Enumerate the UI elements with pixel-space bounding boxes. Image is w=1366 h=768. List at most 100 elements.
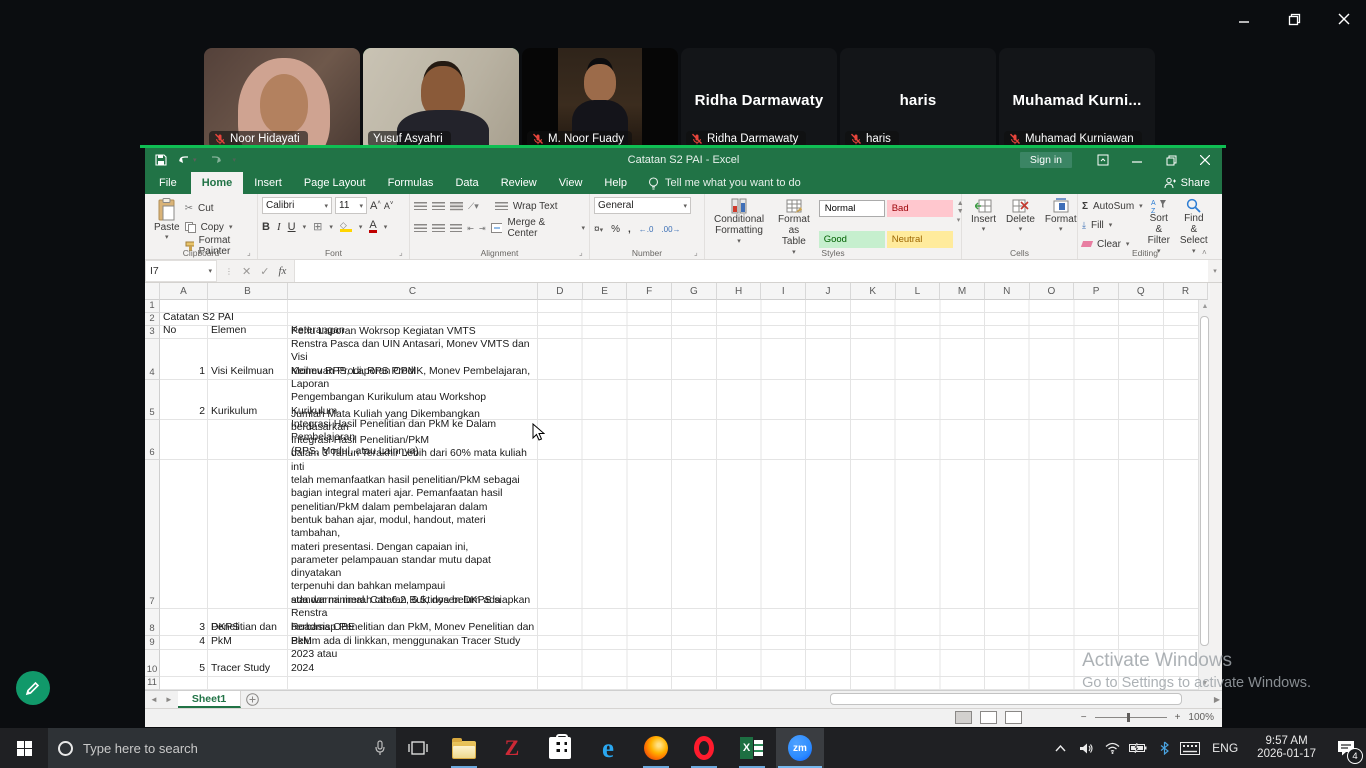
- font-family-select[interactable]: Calibri ▾: [262, 197, 332, 214]
- tab-data[interactable]: Data: [444, 172, 489, 194]
- tab-file[interactable]: File: [145, 172, 191, 194]
- empty-cells-region-row-5[interactable]: [538, 380, 1210, 420]
- sign-in-button[interactable]: Sign in: [1019, 152, 1072, 168]
- save-icon[interactable]: [155, 154, 167, 166]
- clipboard-dialog-launcher-icon[interactable]: ⌟: [247, 249, 255, 257]
- bold-button[interactable]: B: [262, 221, 270, 233]
- cell-B10[interactable]: Tracer Study: [208, 650, 288, 677]
- page-layout-view-icon[interactable]: [980, 710, 997, 724]
- battery-icon[interactable]: [1125, 728, 1151, 768]
- cut-button[interactable]: ✂ Cut: [185, 199, 253, 217]
- horizontal-scroll-thumb[interactable]: [830, 693, 1182, 705]
- font-color-icon[interactable]: A: [369, 220, 377, 233]
- maximize-icon[interactable]: [1280, 6, 1308, 32]
- empty-cells-region-row-11[interactable]: [538, 677, 1210, 690]
- format-cells-button[interactable]: Format ▾: [1040, 197, 1082, 234]
- tab-formulas[interactable]: Formulas: [377, 172, 445, 194]
- percent-icon[interactable]: %: [611, 224, 620, 235]
- font-dialog-launcher-icon[interactable]: ⌟: [399, 249, 407, 257]
- expand-formula-bar-icon[interactable]: ▾: [1208, 260, 1222, 282]
- confirm-entry-icon[interactable]: ✓: [260, 265, 269, 278]
- row-header-1[interactable]: 1: [145, 300, 160, 313]
- taskbar-app-file-explorer[interactable]: [440, 728, 488, 768]
- vertical-scroll-thumb[interactable]: [1200, 316, 1209, 646]
- empty-cells-region-row-7[interactable]: [538, 460, 1210, 609]
- action-center-button[interactable]: 4: [1326, 728, 1366, 768]
- tab-help[interactable]: Help: [593, 172, 638, 194]
- cell-style-normal[interactable]: Normal: [818, 200, 885, 217]
- cell-style-neutral[interactable]: Neutral: [886, 230, 953, 248]
- scroll-up-icon[interactable]: ▲: [1199, 300, 1211, 313]
- insert-cells-button[interactable]: Insert ▾: [966, 197, 1001, 234]
- zoom-in-icon[interactable]: +: [1175, 712, 1181, 723]
- column-header-N[interactable]: N: [984, 283, 1030, 300]
- redo-icon[interactable]: [207, 154, 223, 166]
- name-box[interactable]: I7 ▾: [145, 260, 217, 282]
- taskbar-app-excel[interactable]: X: [728, 728, 776, 768]
- italic-button[interactable]: I: [277, 221, 281, 233]
- accounting-format-icon[interactable]: ¤▾: [594, 224, 603, 235]
- decrease-indent-icon[interactable]: ⇤: [467, 224, 474, 233]
- increase-font-icon[interactable]: A˄: [370, 200, 381, 212]
- cell-A4[interactable]: 1: [160, 339, 208, 380]
- excel-close-icon[interactable]: [1188, 148, 1222, 172]
- column-header-J[interactable]: J: [806, 283, 851, 300]
- cell-A3[interactable]: No: [160, 325, 208, 339]
- cell-A6[interactable]: [160, 420, 208, 460]
- comma-style-icon[interactable]: ,: [628, 224, 631, 235]
- cell-B11[interactable]: [208, 677, 288, 690]
- scroll-right-icon[interactable]: ▶: [1214, 695, 1220, 704]
- participant-tile-muhamad-kurniawan[interactable]: Muhamad Kurni... Muhamad Kurniawan: [999, 48, 1155, 152]
- minimize-icon[interactable]: [1230, 6, 1258, 32]
- paste-button[interactable]: Paste ▾: [149, 197, 185, 255]
- increase-indent-icon[interactable]: ⇥: [479, 224, 486, 233]
- tab-insert[interactable]: Insert: [243, 172, 293, 194]
- tab-review[interactable]: Review: [490, 172, 548, 194]
- sheet-row-1[interactable]: 1: [145, 300, 1210, 313]
- fill-button[interactable]: ⤓ Fill ▾: [1082, 216, 1143, 234]
- merge-center-button[interactable]: Merge & Center ▾: [490, 217, 585, 239]
- taskbar-app-zoom[interactable]: zm: [776, 728, 824, 768]
- excel-restore-icon[interactable]: [1154, 148, 1188, 172]
- column-header-B[interactable]: B: [208, 283, 288, 300]
- language-indicator[interactable]: ENG: [1203, 741, 1247, 755]
- cell-B9[interactable]: Penelitian dan PkM: [208, 622, 288, 650]
- taskbar-search[interactable]: Type here to search: [48, 728, 396, 768]
- taskbar-app-zotero[interactable]: Z: [488, 728, 536, 768]
- zoom-out-icon[interactable]: −: [1081, 712, 1087, 723]
- empty-cells-region-row-2[interactable]: [538, 313, 1210, 326]
- row-header-4[interactable]: 4: [145, 339, 160, 380]
- tell-me-box[interactable]: Tell me what you want to do: [648, 176, 801, 190]
- cancel-entry-icon[interactable]: ✕: [242, 265, 251, 278]
- cell-B6[interactable]: [208, 420, 288, 460]
- number-dialog-launcher-icon[interactable]: ⌟: [694, 249, 702, 257]
- tray-chevron-icon[interactable]: [1047, 728, 1073, 768]
- column-header-O[interactable]: O: [1029, 283, 1075, 300]
- tab-view[interactable]: View: [548, 172, 594, 194]
- column-header-M[interactable]: M: [940, 283, 985, 300]
- row-header-7[interactable]: 7: [145, 460, 160, 609]
- participant-tile-noor-hidayati[interactable]: Noor Hidayati: [204, 48, 360, 152]
- column-header-C[interactable]: C: [288, 283, 538, 300]
- autosum-button[interactable]: Σ AutoSum ▾: [1082, 197, 1143, 215]
- taskbar-app-firefox[interactable]: [632, 728, 680, 768]
- touch-keyboard-icon[interactable]: [1177, 728, 1203, 768]
- row-header-5[interactable]: 5: [145, 380, 160, 420]
- column-header-I[interactable]: I: [761, 283, 807, 300]
- column-header-R[interactable]: R: [1163, 283, 1209, 300]
- increase-decimal-icon[interactable]: ←.0: [639, 225, 654, 234]
- orientation-icon[interactable]: ⟋▾: [468, 201, 479, 212]
- fill-color-icon[interactable]: ◇: [339, 221, 352, 232]
- sheet-nav-right-icon[interactable]: ►: [165, 695, 173, 704]
- bluetooth-icon[interactable]: [1151, 728, 1177, 768]
- taskbar-app-microsoft-store[interactable]: [536, 728, 584, 768]
- customize-qat-icon[interactable]: ▾: [233, 156, 237, 164]
- column-header-F[interactable]: F: [627, 283, 673, 300]
- share-button[interactable]: Share: [1164, 177, 1210, 189]
- zoom-slider[interactable]: [1094, 712, 1167, 722]
- tab-page-layout[interactable]: Page Layout: [293, 172, 377, 194]
- new-sheet-icon[interactable]: [241, 691, 263, 708]
- sheet-row-11[interactable]: 11: [145, 677, 1210, 690]
- row-header-9[interactable]: 9: [145, 636, 160, 650]
- cell-A8[interactable]: 3: [160, 609, 208, 636]
